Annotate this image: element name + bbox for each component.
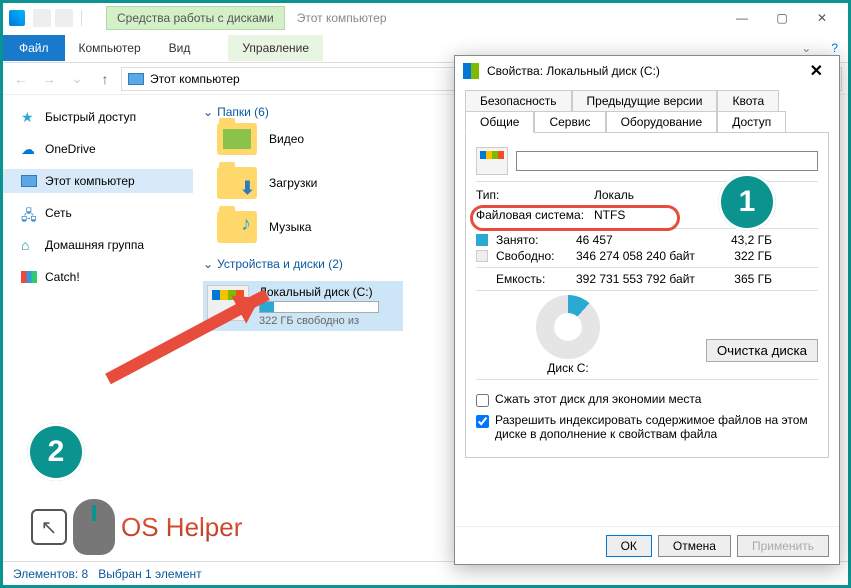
annotation-badge-1: 1	[718, 173, 776, 231]
close-button[interactable]: ✕	[802, 6, 842, 30]
chevron-down-icon: ⌄	[203, 105, 213, 119]
free-bytes: 346 274 058 240 байт	[576, 249, 706, 263]
tab-row-2: Общие Сервис Оборудование Доступ	[465, 111, 829, 132]
qat-item[interactable]	[33, 9, 51, 27]
tab-security[interactable]: Безопасность	[465, 90, 572, 112]
apply-button[interactable]: Применить	[737, 535, 829, 557]
status-selected: Выбран 1 элемент	[98, 567, 201, 581]
help-icon[interactable]: ?	[821, 41, 848, 55]
free-gb: 322 ГБ	[712, 249, 772, 263]
ribbon-tab-view[interactable]: Вид	[155, 35, 205, 61]
tab-sharing[interactable]: Доступ	[717, 111, 786, 133]
sidebar-item-homegroup[interactable]: ⌂Домашняя группа	[3, 233, 193, 257]
folder-icon	[217, 167, 257, 199]
quick-access-toolbar	[9, 9, 86, 27]
index-checkbox[interactable]: Разрешить индексировать содержимое файло…	[476, 413, 818, 441]
capacity-gb: 365 ГБ	[712, 272, 772, 286]
tab-row-1: Безопасность Предыдущие версии Квота	[465, 90, 829, 111]
disk-cleanup-button[interactable]: Очистка диска	[706, 339, 818, 362]
sidebar-item-this-pc[interactable]: Этот компьютер	[3, 169, 193, 193]
free-swatch	[476, 250, 488, 262]
window-title: Этот компьютер	[297, 11, 387, 25]
mouse-icon	[73, 499, 115, 555]
drive-free-text: 322 ГБ свободно из	[259, 315, 379, 327]
checkbox-input[interactable]	[476, 415, 489, 428]
drive-label-input[interactable]	[516, 151, 818, 171]
sidebar-item-quick-access[interactable]: ★Быстрый доступ	[3, 105, 193, 129]
ok-button[interactable]: ОК	[606, 535, 652, 557]
minimize-button[interactable]: —	[722, 6, 762, 30]
type-label: Тип:	[476, 188, 586, 202]
tab-previous-versions[interactable]: Предыдущие версии	[572, 90, 718, 112]
ribbon-tab-manage[interactable]: Управление	[228, 35, 323, 61]
app-icon	[9, 10, 25, 26]
catch-icon	[21, 271, 37, 283]
properties-dialog: Свойства: Локальный диск (C:) ✕ Безопасн…	[454, 55, 840, 565]
ribbon-tab-computer[interactable]: Компьютер	[65, 35, 155, 61]
tab-tools[interactable]: Сервис	[534, 111, 605, 133]
dialog-title: Свойства: Локальный диск (C:)	[487, 64, 660, 78]
tab-quota[interactable]: Квота	[717, 90, 779, 112]
usage-pie-chart	[536, 295, 600, 359]
cloud-icon: ☁	[21, 141, 37, 157]
watermark-logo: ↖ OS Helper	[31, 499, 242, 555]
capacity-label: Емкость:	[496, 272, 570, 286]
ribbon-context-title: Средства работы с дисками	[106, 6, 285, 30]
used-gb: 43,2 ГБ	[712, 233, 772, 247]
used-label: Занято:	[496, 233, 570, 247]
folder-icon	[217, 211, 257, 243]
nav-forward-button[interactable]: →	[37, 67, 61, 91]
sidebar: ★Быстрый доступ ☁OneDrive Этот компьютер…	[3, 95, 193, 561]
pc-icon	[128, 73, 144, 85]
chevron-down-icon: ⌄	[203, 257, 213, 271]
capacity-bytes: 392 731 553 792 байт	[576, 272, 706, 286]
checkbox-input[interactable]	[476, 394, 489, 407]
used-swatch	[476, 234, 488, 246]
cancel-button[interactable]: Отмена	[658, 535, 731, 557]
drive-icon	[463, 63, 479, 79]
sidebar-item-catch[interactable]: Catch!	[3, 265, 193, 289]
titlebar: Средства работы с дисками Этот компьютер…	[3, 3, 848, 33]
qat-item[interactable]	[55, 9, 73, 27]
dialog-buttons: ОК Отмена Применить	[455, 526, 839, 564]
drive-icon	[476, 147, 508, 175]
pc-icon	[21, 175, 37, 187]
dialog-close-button[interactable]: ✕	[802, 61, 831, 81]
compress-checkbox[interactable]: Сжать этот диск для экономии места	[476, 392, 818, 407]
annotation-badge-2: 2	[27, 423, 85, 481]
network-icon: 🖧	[21, 205, 37, 221]
tab-pane-general: Тип:Локаль Файловая система:NTFS Занято:…	[465, 132, 829, 458]
status-elements: Элементов: 8	[13, 567, 88, 581]
used-bytes: 46 457 байт	[576, 233, 706, 247]
free-label: Свободно:	[496, 249, 570, 263]
nav-up-button[interactable]: ↑	[93, 67, 117, 91]
nav-back-button[interactable]: ←	[9, 67, 33, 91]
pie-label: Диск C:	[536, 361, 600, 375]
sidebar-item-network[interactable]: 🖧Сеть	[3, 201, 193, 225]
dialog-titlebar[interactable]: Свойства: Локальный диск (C:) ✕	[455, 56, 839, 86]
ribbon-expand-icon[interactable]: ⌄	[791, 41, 821, 55]
sidebar-item-onedrive[interactable]: ☁OneDrive	[3, 137, 193, 161]
maximize-button[interactable]: ▢	[762, 6, 802, 30]
nav-recent-button[interactable]: ⌄	[65, 67, 89, 91]
breadcrumb[interactable]: Этот компьютер	[150, 72, 240, 86]
separator	[81, 10, 82, 26]
tab-hardware[interactable]: Оборудование	[606, 111, 718, 133]
type-value: Локаль	[594, 188, 634, 202]
star-icon: ★	[21, 109, 37, 125]
annotation-highlight	[470, 205, 680, 231]
logo-text: OS Helper	[121, 512, 242, 543]
homegroup-icon: ⌂	[21, 237, 37, 253]
ribbon-file[interactable]: Файл	[3, 35, 65, 61]
folder-icon	[217, 123, 257, 155]
tab-general[interactable]: Общие	[465, 111, 534, 133]
cursor-icon: ↖	[31, 509, 67, 545]
